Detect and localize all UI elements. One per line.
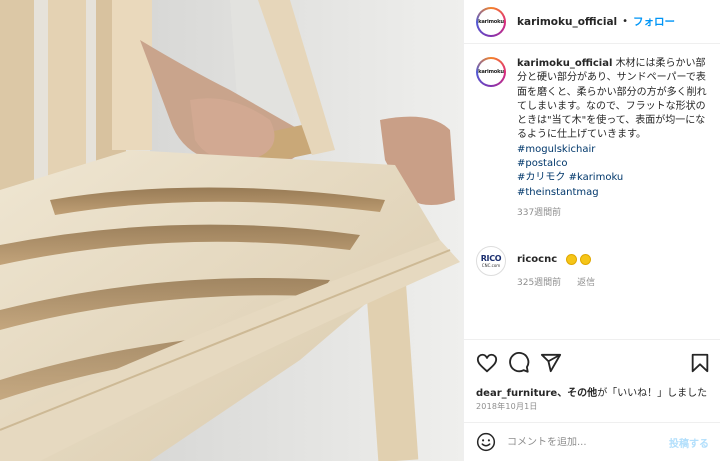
author-avatar[interactable]: karimoku xyxy=(476,6,506,37)
hashtag-line: #カリモク #karimoku xyxy=(517,171,712,185)
follow-button[interactable]: フォロー xyxy=(633,14,675,29)
likes-others-prefix: 、その他 xyxy=(557,388,598,399)
heart-icon[interactable] xyxy=(476,352,498,374)
hashtag-link[interactable]: #karimoku xyxy=(569,172,624,183)
post-photo[interactable] xyxy=(0,0,463,461)
comment-time-ago: 325週間前 xyxy=(517,278,562,288)
comment-item: RICO CNC.com ricocnc 👏👏 325週間前 返信 xyxy=(476,246,608,288)
avatar-logo-text: karimoku xyxy=(478,18,504,25)
liker-username[interactable]: dear_furniture xyxy=(476,388,557,399)
action-bar xyxy=(464,339,720,385)
commenter-username[interactable]: ricocnc xyxy=(517,254,557,265)
separator-dot: • xyxy=(622,16,629,27)
caption-time-ago: 337週間前 xyxy=(517,207,562,218)
post-comment-button[interactable]: 投稿する xyxy=(669,435,709,450)
hashtag-link[interactable]: #カリモク xyxy=(517,172,565,183)
commenter-avatar[interactable]: RICO CNC.com xyxy=(476,246,506,276)
reply-button[interactable]: 返信 xyxy=(577,278,595,288)
emoji-icon[interactable] xyxy=(476,432,496,452)
avatar-logo-subtext: CNC.com xyxy=(481,262,501,268)
clapping-hands-icon xyxy=(580,253,592,265)
caption-username[interactable]: karimoku_official xyxy=(517,58,612,69)
hashtag-link[interactable]: #mogulskichair xyxy=(517,143,712,157)
comment-icon[interactable] xyxy=(508,352,530,374)
caption-avatar[interactable]: karimoku xyxy=(476,57,506,87)
likes-summary: dear_furniture、その他が「いいね！」しました xyxy=(476,384,707,399)
post-date[interactable]: 2018年10月1日 xyxy=(476,401,538,412)
comment-input[interactable] xyxy=(507,436,657,448)
caption-text: 木材には柔らかい部分と硬い部分があり、サンドペーパーで表面を磨くと、柔らかい部分… xyxy=(517,58,707,141)
author-username[interactable]: karimoku_official xyxy=(517,16,617,28)
hashtag-link[interactable]: #postalco xyxy=(517,157,712,171)
chair-sanding-image xyxy=(0,0,463,461)
share-icon[interactable] xyxy=(540,352,562,374)
post-side-panel: karimoku karimoku_official • フォロー karimo… xyxy=(463,0,720,461)
caption-body: karimoku_official 木材には柔らかい部分と硬い部分があり、サンド… xyxy=(517,57,712,220)
bookmark-icon[interactable] xyxy=(689,352,711,374)
clapping-hands-icon xyxy=(566,253,578,265)
add-comment-bar: 投稿する xyxy=(464,422,720,461)
avatar-logo-text: RICO xyxy=(480,253,502,263)
avatar-logo-text: karimoku xyxy=(478,69,504,75)
post-caption: karimoku karimoku_official 木材には柔らかい部分と硬い… xyxy=(476,57,712,220)
post-header: karimoku karimoku_official • フォロー xyxy=(464,0,720,44)
likes-suffix: が「いいね！」しました xyxy=(597,388,708,399)
hashtag-link[interactable]: #theinstantmag xyxy=(517,186,712,200)
